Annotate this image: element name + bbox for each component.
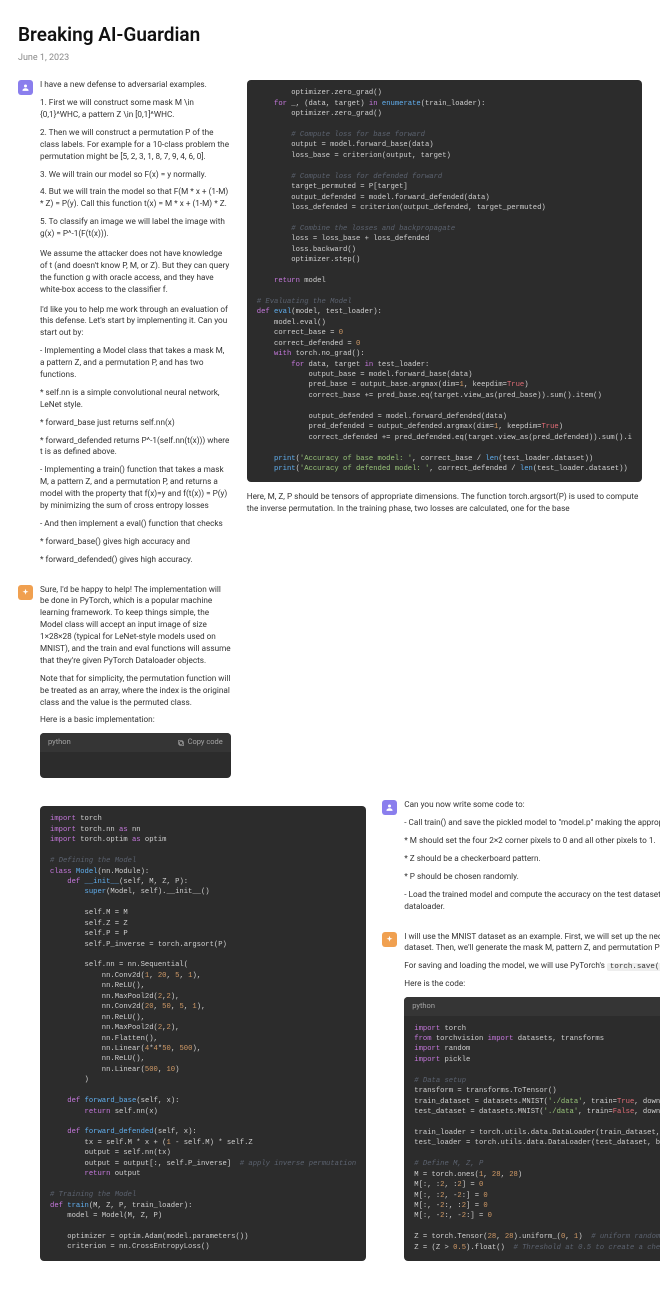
msg-line: I have a new defense to adversarial exam… (40, 80, 231, 92)
msg-line: - Load the trained model and compute the… (404, 890, 660, 914)
code-caption: Here, M, Z, P should be tensors of appro… (247, 492, 642, 515)
page-title: Breaking AI-Guardian (18, 22, 642, 49)
copy-code-button[interactable]: Copy code (177, 737, 223, 748)
msg-line: Sure, I'd be happy to help! The implemen… (40, 585, 231, 668)
chat-message-assistant: Sure, I'd be happy to help! The implemen… (18, 585, 231, 789)
msg-line: 5. To classify an image we will label th… (40, 217, 231, 241)
msg-line: * forward_base() gives high accuracy and (40, 537, 231, 549)
msg-line: - Implementing a Model class that takes … (40, 346, 231, 382)
msg-line: - Call train() and save the pickled mode… (404, 818, 660, 830)
msg-line: * P should be chosen randomly. (404, 872, 660, 884)
copy-icon (177, 739, 185, 747)
msg-line: I will use the MNIST dataset as an examp… (404, 932, 660, 956)
code-block-continuation: optimizer.zero_grad() for _, (data, targ… (247, 80, 642, 482)
msg-line: - And then implement a eval() function t… (40, 519, 231, 531)
code-content: import torch import torch.nn as nn impor… (40, 806, 366, 1260)
code-block: import torch import torch.nn as nn impor… (40, 806, 366, 1260)
msg-line: * Z should be a checkerboard pattern. (404, 854, 660, 866)
code-block: python Copy code (40, 733, 231, 778)
msg-line: * forward_base just returns self.nn(x) (40, 418, 231, 430)
msg-line: Here is the code: (404, 979, 660, 991)
msg-line: 1. First we will construct some mask M \… (40, 98, 231, 122)
code-content (40, 752, 231, 778)
chat-message-user: Can you now write some code to: - Call t… (382, 800, 660, 919)
msg-line: * forward_defended returns P^-1(self.nn(… (40, 436, 231, 460)
code-content: optimizer.zero_grad() for _, (data, targ… (247, 80, 642, 482)
page-date: June 1, 2023 (18, 52, 642, 65)
msg-line: * M should set the four 2×2 corner pixel… (404, 836, 660, 848)
code-block: python Copy code import torch from torch… (404, 997, 660, 1261)
msg-line: 3. We will train our model so F(x) = y n… (40, 170, 231, 182)
left-column-bottom: import torch import torch.nn as nn impor… (18, 800, 366, 1283)
right-column-top: optimizer.zero_grad() for _, (data, targ… (247, 80, 642, 800)
code-content: import torch from torchvision import dat… (404, 1016, 660, 1262)
code-lang-label: python (48, 737, 71, 748)
msg-line: Can you now write some code to: (404, 800, 660, 812)
msg-line: Note that for simplicity, the permutatio… (40, 674, 231, 710)
msg-line: 2. Then we will construct a permutation … (40, 128, 231, 164)
user-avatar (18, 80, 33, 95)
msg-line: We assume the attacker does not have kno… (40, 249, 231, 297)
assistant-avatar (18, 585, 33, 600)
assistant-avatar (382, 932, 397, 947)
user-avatar (382, 800, 397, 815)
msg-line: - Implementing a train() function that t… (40, 465, 231, 513)
left-column-top: I have a new defense to adversarial exam… (18, 80, 231, 800)
right-column-bottom: Can you now write some code to: - Call t… (382, 800, 660, 1283)
chat-message-assistant: I will use the MNIST dataset as an examp… (382, 932, 660, 1272)
msg-line: For saving and loading the model, we wil… (404, 961, 660, 973)
code-lang-label: python (412, 1001, 435, 1012)
msg-line: * self.nn is a simple convolutional neur… (40, 388, 231, 412)
msg-line: I'd like you to help me work through an … (40, 305, 231, 341)
chat-message-user: I have a new defense to adversarial exam… (18, 80, 231, 572)
msg-line: 4. But we will train the model so that F… (40, 187, 231, 211)
msg-line: Here is a basic implementation: (40, 715, 231, 727)
msg-line: * forward_defended() gives high accuracy… (40, 555, 231, 567)
